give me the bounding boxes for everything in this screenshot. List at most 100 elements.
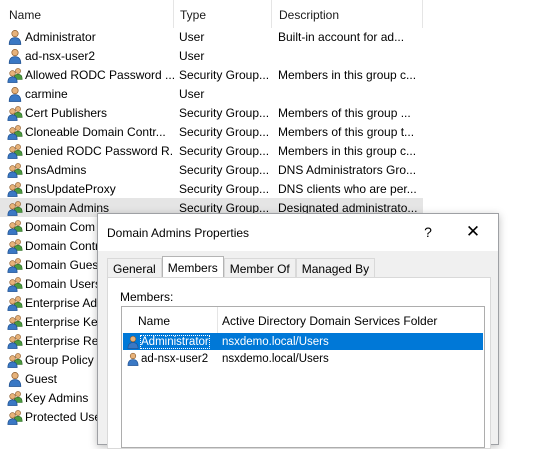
list-item-type: Security Group... [179,124,270,139]
list-item[interactable]: Allowed RODC Password ... Security Group.… [0,65,423,84]
group-icon [7,238,23,254]
list-item[interactable]: DnsAdmins Security Group... DNS Administra… [0,160,423,179]
list-item-description: Members of this group ... [278,105,411,120]
list-item[interactable]: DnsUpdateProxy Security Group... DNS clien… [0,179,423,198]
members-grid[interactable]: Name Active Directory Domain Services Fo… [121,306,485,448]
group-icon [7,124,23,140]
list-item-name: Domain Com [25,219,96,234]
list-item-name: Domain Guest [25,257,102,272]
members-column-name[interactable]: Name [122,307,218,333]
list-header: Name Type Description [0,0,423,29]
list-item-description: Members in this group c... [278,67,417,82]
user-icon [8,86,22,102]
tab-managed-by[interactable]: Managed By [295,258,376,278]
list-item-name-cell: Cloneable Domain Contr... [0,124,174,140]
list-item-type: User [179,29,205,44]
list-item-type: Security Group... [179,67,270,82]
user-icon [8,29,22,45]
list-item-name: Allowed RODC Password ... [25,67,174,82]
list-item-name: DnsUpdateProxy [25,181,116,196]
members-grid-header: Name Active Directory Domain Services Fo… [122,307,484,333]
member-row[interactable]: ad-nsx-user2 nsxdemo.local/Users [123,350,483,367]
list-item-name: DnsAdmins [25,162,87,177]
list-item[interactable]: Denied RODC Password R... Security Group.… [0,141,423,160]
list-item-description: Members in this group c... [278,143,417,158]
user-icon [8,48,22,64]
list-item-name: Group Policy C [25,352,106,367]
group-icon [7,200,23,216]
tab-members[interactable]: Members [161,256,224,279]
group-icon [7,219,23,235]
members-column-folder[interactable]: Active Directory Domain Services Folder [218,307,484,333]
list-item-name: Enterprise Adr [25,295,102,310]
list-item-type: Security Group... [179,143,270,158]
list-item-name-cell: ad-nsx-user2 [0,48,174,64]
list-item-name-cell: Cert Publishers [0,105,174,121]
group-icon [7,352,23,368]
close-button[interactable]: ✕ [453,214,493,249]
user-icon [127,335,139,349]
list-item[interactable]: Cert Publishers Security Group... Members … [0,103,423,122]
dialog-tabs: General Members Member Of Managed By [107,256,376,279]
member-row[interactable]: Administrator nsxdemo.local/Users [123,333,483,350]
member-folder: nsxdemo.local/Users [222,335,329,348]
list-item-description: Members of this group t... [278,124,415,139]
list-item[interactable]: carmine User [0,84,423,103]
list-item-name: Cloneable Domain Contr... [25,124,166,139]
list-item-type: Security Group... [179,105,270,120]
group-icon [7,105,23,121]
list-item[interactable]: ad-nsx-user2 User [0,46,423,65]
list-item-description: DNS Administrators Gro... [278,162,417,177]
list-item-name: Enterprise Key [25,314,104,329]
tab-general[interactable]: General [107,258,162,278]
list-item-name-cell: Allowed RODC Password ... [0,67,174,83]
group-icon [7,181,23,197]
group-icon [7,409,23,425]
group-icon [7,257,23,273]
group-icon [7,333,23,349]
dialog-title: Domain Admins Properties [107,226,250,240]
list-item-name: Administrator [25,29,96,44]
members-label: Members: [120,290,174,304]
member-folder: nsxdemo.local/Users [222,352,329,365]
tab-member-of[interactable]: Member Of [223,258,296,278]
list-item-description: DNS clients who are per... [278,181,417,196]
list-item-name: Domain Contr [25,238,100,253]
list-item-name: Domain Users [25,276,102,291]
member-name-cell: ad-nsx-user2 [123,351,218,367]
help-button[interactable]: ? [408,214,448,249]
members-tab-panel: Members: Name Active Directory Domain Se… [107,277,491,449]
list-item-name: Protected Use [25,409,102,424]
group-icon [7,295,23,311]
list-item-type: User [179,48,205,63]
column-header-name[interactable]: Name [0,0,174,28]
list-item-name: Cert Publishers [25,105,108,120]
dialog-titlebar[interactable]: Domain Admins Properties ? ✕ [98,214,498,251]
list-item-name: Denied RODC Password R... [25,143,174,158]
column-header-type[interactable]: Type [174,0,272,28]
group-icon [7,390,23,406]
member-name: ad-nsx-user2 [141,352,209,365]
properties-dialog: Domain Admins Properties ? ✕ General Mem… [97,213,499,449]
list-item-type: Security Group... [179,181,270,196]
list-item-name: Enterprise Rea [25,333,106,348]
column-header-description[interactable]: Description [272,0,423,28]
group-icon [7,143,23,159]
members-grid-rows: Administrator nsxdemo.local/Users ad-nsx-u… [123,333,483,367]
list-item-name-cell: Denied RODC Password R... [0,143,174,159]
list-item-name-cell: DnsAdmins [0,162,174,178]
list-item-name: carmine [25,86,68,101]
list-item-type: Security Group... [179,162,270,177]
list-item[interactable]: Cloneable Domain Contr... Security Group.… [0,122,423,141]
member-name-cell: Administrator [123,334,218,350]
list-item-name: ad-nsx-user2 [25,48,96,63]
member-name: Administrator [140,334,210,349]
user-icon [127,352,139,366]
group-icon [7,314,23,330]
group-icon [7,67,23,83]
list-item-description: Built-in account for ad... [278,29,405,44]
list-item[interactable]: Administrator User Built-in account for ad… [0,27,423,46]
user-icon [8,371,22,387]
group-icon [7,162,23,178]
list-item-name-cell: carmine [0,86,174,102]
